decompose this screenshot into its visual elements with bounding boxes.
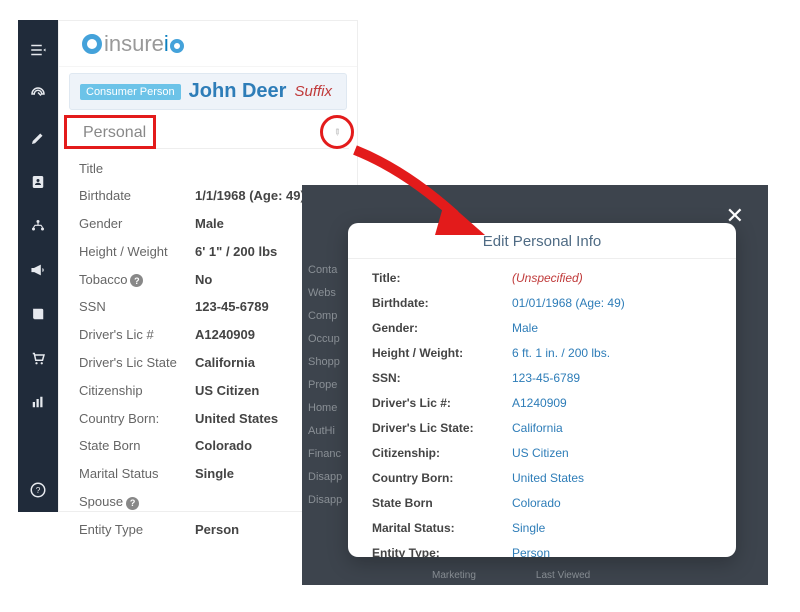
campaigns-icon[interactable] (18, 248, 58, 292)
field-value: Single (195, 464, 234, 485)
person-name: John Deer (189, 80, 287, 103)
spouse-help-icon[interactable]: ? (126, 497, 139, 510)
modal-label: Gender: (372, 321, 512, 335)
field-label: Country Born: (79, 409, 195, 430)
edit-gender-value[interactable]: Male (512, 321, 538, 335)
field-label: Height / Weight (79, 242, 195, 263)
field-value: 123-45-6789 (195, 297, 269, 318)
edit-personal-icon[interactable]: ✎ (330, 125, 343, 138)
field-value: Person (195, 520, 239, 541)
field-value: California (195, 353, 255, 374)
logo-row: insurei (59, 21, 357, 67)
section-header: Personal ✎ (67, 118, 349, 149)
modal-label: Height / Weight: (372, 346, 512, 360)
field-label: Entity Type (79, 520, 195, 541)
modal-label: Citizenship: (372, 446, 512, 460)
field-value: Male (195, 214, 224, 235)
dashboard-icon[interactable] (18, 72, 58, 116)
modal-label: SSN: (372, 371, 512, 385)
edit-entity-type-value[interactable]: Person (512, 546, 550, 558)
menu-icon[interactable] (18, 28, 58, 72)
field-label: Gender (79, 214, 195, 235)
svg-text:?: ? (36, 486, 41, 495)
modal-label: Marital Status: (372, 521, 512, 535)
edit-ssn-value[interactable]: 123-45-6789 (512, 371, 580, 385)
logo-o-icon (170, 39, 184, 53)
field-label: Title (79, 159, 195, 180)
field-label: Citizenship (79, 381, 195, 402)
brand-logo: insurei (81, 31, 184, 57)
edit-state-born-value[interactable]: Colorado (512, 496, 561, 510)
modal-label: Driver's Lic #: (372, 396, 512, 410)
logo-ring-icon (82, 34, 102, 54)
edit-height-value[interactable]: 6 ft. 1 in. / 200 lbs. (512, 346, 610, 360)
field-label: Driver's Lic # (79, 325, 195, 346)
help-icon[interactable]: ? (18, 468, 58, 512)
library-icon[interactable] (18, 292, 58, 336)
modal-title: Edit Personal Info (348, 223, 736, 259)
field-label: Spouse? (79, 492, 195, 513)
field-value: 1/1/1968 (Age: 49) (195, 186, 305, 207)
modal-label: Birthdate: (372, 296, 512, 310)
edit-birthdate-value[interactable]: 01/01/1968 (Age: 49) (512, 296, 625, 310)
modal-label: State Born (372, 496, 512, 510)
edit-licstate-value[interactable]: California (512, 421, 563, 435)
field-label: Marital Status (79, 464, 195, 485)
edit-licnum-value[interactable]: A1240909 (512, 396, 567, 410)
edit-icon[interactable] (18, 116, 58, 160)
modal-backdrop: ContaWebsComp OccupShoppPrope HomeAutHi … (302, 185, 768, 585)
backdrop-bottom-text: MarketingLast Viewed (302, 570, 768, 581)
field-label: State Born (79, 436, 195, 457)
cart-icon[interactable] (18, 336, 58, 380)
modal-label: Entity Type: (372, 546, 512, 558)
sidebar: ? (18, 20, 58, 512)
field-value: A1240909 (195, 325, 255, 346)
edit-title-value[interactable]: (Unspecified) (512, 271, 583, 285)
modal-label: Country Born: (372, 471, 512, 485)
edit-marital-value[interactable]: Single (512, 521, 545, 535)
field-label: Driver's Lic State (79, 353, 195, 374)
field-label: Tobacco? (79, 270, 195, 291)
tobacco-help-icon[interactable]: ? (130, 274, 143, 287)
person-header: Consumer Person John Deer Suffix (69, 73, 347, 110)
edit-country-born-value[interactable]: United States (512, 471, 584, 485)
annotation-circle: ✎ (320, 115, 354, 149)
backdrop-faded-text: ContaWebsComp OccupShoppPrope HomeAutHi … (308, 259, 342, 512)
field-value: 6' 1" / 200 lbs (195, 242, 277, 263)
field-value: US Citizen (195, 381, 259, 402)
person-type-badge: Consumer Person (80, 84, 181, 100)
annotation-box (64, 115, 156, 149)
edit-citizen-value[interactable]: US Citizen (512, 446, 569, 460)
modal-label: Driver's Lic State: (372, 421, 512, 435)
person-suffix: Suffix (294, 83, 332, 100)
org-icon[interactable] (18, 204, 58, 248)
edit-personal-modal: Edit Personal Info Title:(Unspecified) B… (348, 223, 736, 557)
field-value: No (195, 270, 212, 291)
reports-icon[interactable] (18, 380, 58, 424)
contacts-icon[interactable] (18, 160, 58, 204)
field-value: United States (195, 409, 278, 430)
field-label: Birthdate (79, 186, 195, 207)
modal-label: Title: (372, 271, 512, 285)
field-label: SSN (79, 297, 195, 318)
field-value: Colorado (195, 436, 252, 457)
